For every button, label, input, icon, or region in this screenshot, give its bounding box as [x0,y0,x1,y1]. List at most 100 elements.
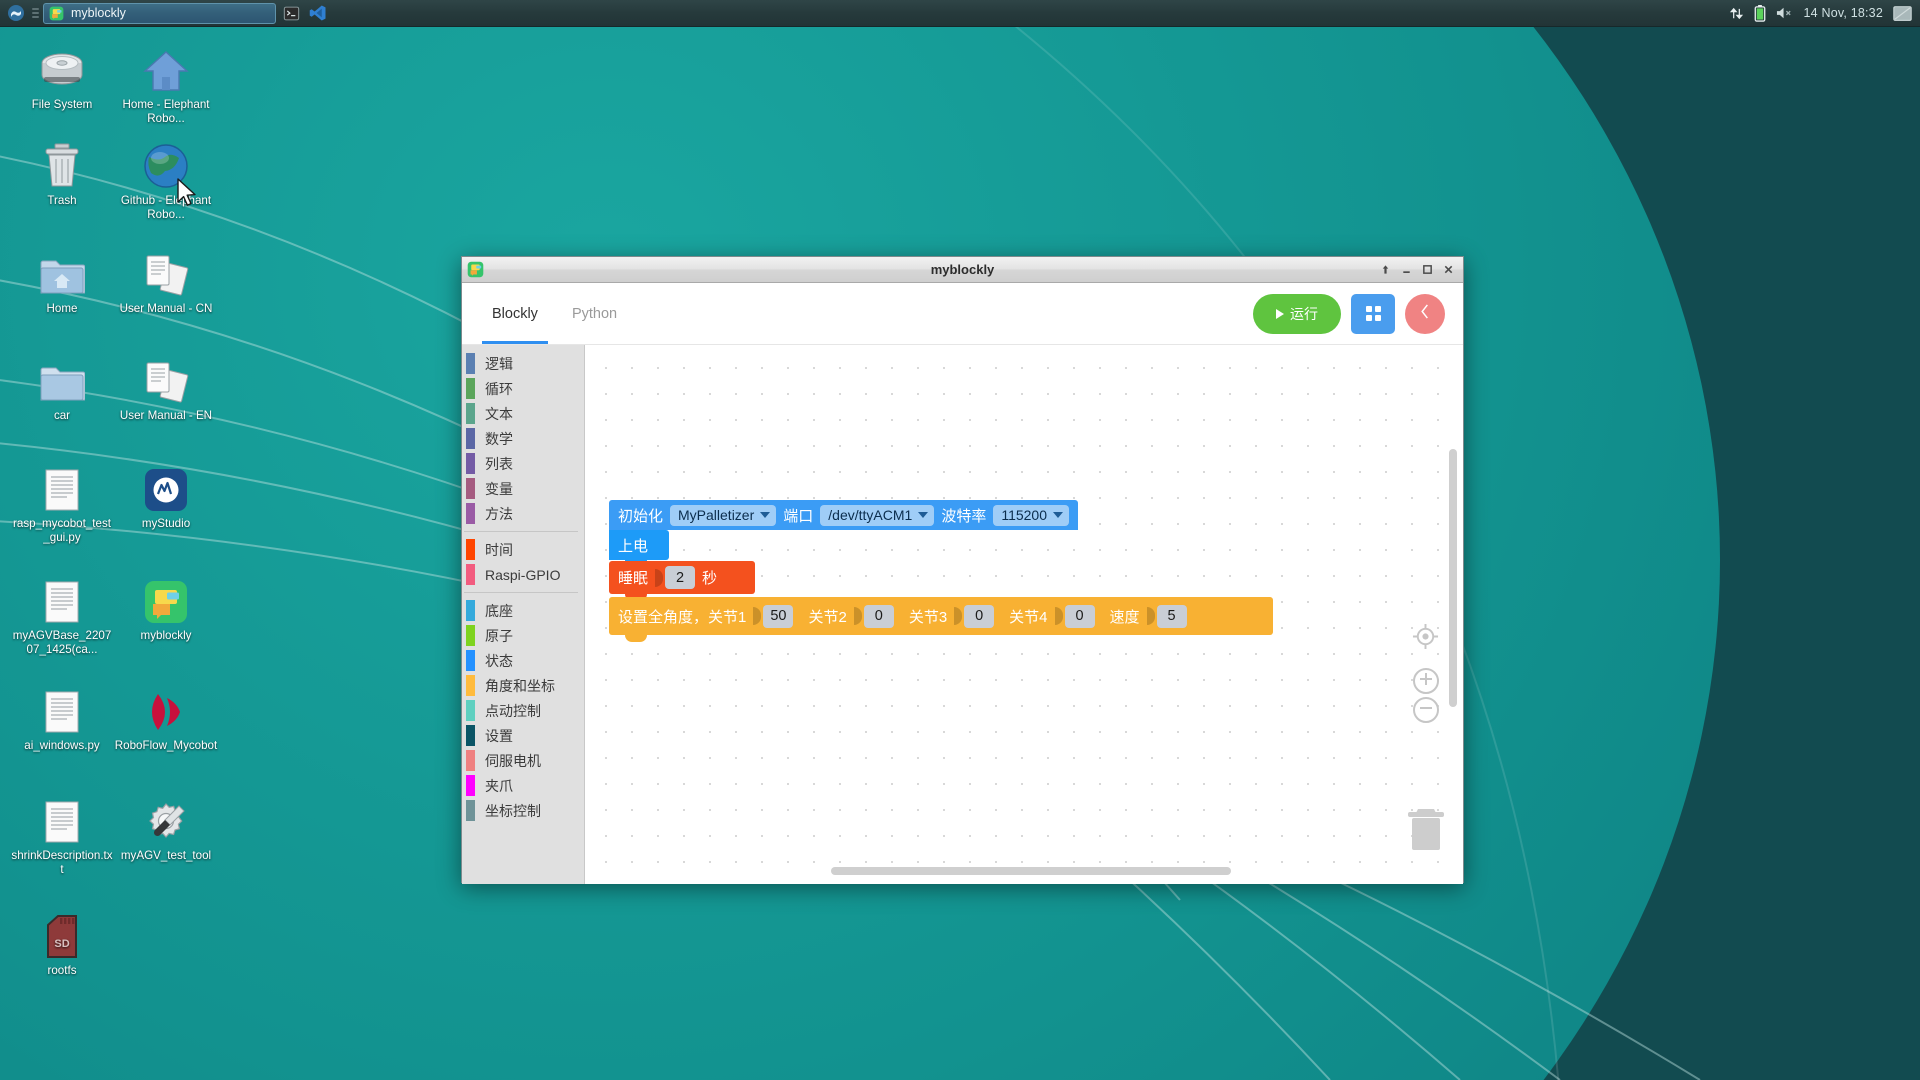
show-desktop-icon[interactable] [1893,5,1912,21]
toolbar-actions: 运行 [1253,293,1445,334]
category-math[interactable]: 数学 [462,426,584,451]
joint3-input[interactable]: 0 [964,604,995,628]
speed-socket: 5 [1146,604,1187,628]
port-label: 端口 [783,507,814,525]
whisker-menu-icon[interactable] [4,1,28,25]
tab-python[interactable]: Python [566,283,623,344]
desktop-icon-myagv-test-tool[interactable]: myAGV_test_tool [114,792,218,863]
grid-apps-button[interactable] [1351,293,1395,334]
joint1-input[interactable]: 50 [763,604,794,628]
sleep-seconds-input[interactable]: 2 [665,566,696,589]
joint2-input[interactable]: 0 [863,604,894,628]
workspace-vertical-scrollbar[interactable] [1449,449,1457,707]
svg-text:SD: SD [54,938,69,950]
desktop-icon-user-manual-en[interactable]: User Manual - EN [114,352,218,423]
myblockly-window: myblockly Blockly Python 运行 逻辑 循环 文本 数学 … [461,256,1464,884]
category-servo[interactable]: 伺服电机 [462,748,584,773]
robot-model-dropdown[interactable]: MyPalletizer [670,504,777,526]
desktop-icon-rootfs[interactable]: SD rootfs [10,907,114,978]
desktop-icon-mystudio[interactable]: myStudio [114,460,218,531]
taskbar-window-button[interactable]: myblockly [43,2,276,24]
documents-icon [114,245,218,297]
close-icon[interactable] [1439,260,1458,279]
category-coord-control[interactable]: 坐标控制 [462,798,584,823]
desktop-icon-shrinkdescription-txt[interactable]: shrinkDescription.txt [10,792,114,876]
sleep-block[interactable]: 睡眠 2 秒 [609,561,755,601]
desktop-icon-file-system[interactable]: File System [10,41,114,112]
zoom-out-button[interactable] [1413,697,1439,723]
category-base[interactable]: 底座 [462,598,584,623]
desktop-icon-github-elephant-robotics[interactable]: Github - Elephant Robo... [114,137,218,221]
minimize-icon[interactable] [1397,260,1416,279]
category-status[interactable]: 状态 [462,648,584,673]
window-titlebar[interactable]: myblockly [462,257,1463,283]
category-raspi-gpio[interactable]: Raspi-GPIO [462,562,584,587]
battery-full-icon[interactable] [1754,4,1766,22]
desktop-icon-roboflow-mycobot[interactable]: RoboFlow_Mycobot [114,682,218,753]
shade-up-icon[interactable] [1376,260,1395,279]
chevron-left-icon [1420,304,1430,323]
desktop-icon-label: ai_windows.py [24,739,100,752]
vscode-icon[interactable] [306,1,330,25]
desktop-icon-rasp-mycobot-test-gui[interactable]: rasp_mycobot_test_gui.py [10,460,114,544]
category-color-swatch [466,775,475,796]
socket-notch-icon [954,607,963,625]
workspace-horizontal-scrollbar[interactable] [831,867,1231,875]
desktop-icon-home[interactable]: Home [10,245,114,316]
center-workspace-button[interactable] [1412,623,1439,655]
port-dropdown[interactable]: /dev/ttyACM1 [820,504,935,526]
run-button[interactable]: 运行 [1253,293,1341,334]
tab-python-label: Python [571,305,618,322]
volume-muted-icon[interactable] [1776,6,1793,20]
maximize-icon[interactable] [1418,260,1437,279]
socket-notch-icon [655,568,664,587]
set-angles-block[interactable]: 设置全角度，关节1 50 关节2 0 关节3 0 关节4 0 速度 5 [609,597,1273,642]
drag-grip-icon[interactable] [31,3,40,23]
workspace-trash-button[interactable] [1405,805,1447,856]
clock[interactable]: 14 Nov, 18:32 [1803,6,1883,20]
network-updown-icon[interactable] [1729,6,1744,21]
category-lists[interactable]: 列表 [462,451,584,476]
collapse-panel-button[interactable] [1405,293,1445,334]
category-logic[interactable]: 逻辑 [462,351,584,376]
joint4-socket: 0 [1054,604,1095,628]
category-functions[interactable]: 方法 [462,501,584,526]
category-settings[interactable]: 设置 [462,723,584,748]
desktop-icon-user-manual-cn[interactable]: User Manual - CN [114,245,218,316]
desktop-icon-label: Home [46,302,78,315]
joint1-socket: 50 [753,604,794,628]
init-block[interactable]: 初始化 MyPalletizer 端口 /dev/ttyACM1 波特率 115… [609,500,1079,530]
category-color-swatch [466,600,475,621]
desktop-icon-label: myblockly [140,629,192,642]
category-jog-control[interactable]: 点动控制 [462,698,584,723]
desktop-icon-ai-windows-py[interactable]: ai_windows.py [10,682,114,753]
category-gripper[interactable]: 夹爪 [462,773,584,798]
category-variables[interactable]: 变量 [462,476,584,501]
category-atom[interactable]: 原子 [462,623,584,648]
terminal-icon[interactable] [279,1,303,25]
joint4-input[interactable]: 0 [1064,604,1095,628]
power-on-block[interactable]: 上电 [609,530,669,567]
baudrate-dropdown[interactable]: 115200 [993,504,1070,526]
category-time[interactable]: 时间 [462,537,584,562]
center-target-icon [1412,623,1439,654]
speed-input[interactable]: 5 [1156,604,1187,628]
mystudio-icon [114,460,218,512]
desktop-icon-myblockly[interactable]: myblockly [114,572,218,643]
desktop-icon-home-elephant-robotics[interactable]: Home - Elephant Robo... [114,41,218,125]
zoom-in-button[interactable] [1413,668,1439,694]
chevron-down-icon [918,512,929,518]
desktop-icon-trash[interactable]: Trash [10,137,114,208]
category-loops[interactable]: 循环 [462,376,584,401]
roboflow-icon [114,682,218,734]
trash-can-icon [10,137,114,189]
joint4-label: 关节4 [1009,608,1048,626]
category-angles-coords[interactable]: 角度和坐标 [462,673,584,698]
tab-blockly[interactable]: Blockly [482,283,548,344]
category-text[interactable]: 文本 [462,401,584,426]
desktop-icon-myagvbase-file[interactable]: myAGVBase_220707_1425(ca... [10,572,114,656]
desktop-icon-car[interactable]: car [10,352,114,423]
blockly-workspace[interactable]: 初始化 MyPalletizer 端口 /dev/ttyACM1 波特率 115… [585,345,1463,884]
play-triangle-icon [1276,308,1284,319]
text-file-icon [10,792,114,844]
